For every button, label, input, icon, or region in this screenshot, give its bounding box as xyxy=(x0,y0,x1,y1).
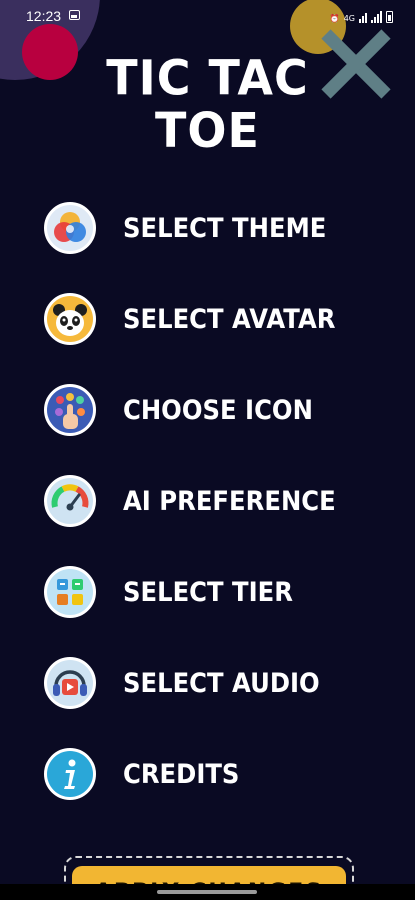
title-line-1: TIC TAC xyxy=(106,49,309,107)
menu-label-choose-icon: CHOOSE ICON xyxy=(123,394,313,426)
panda-avatar-icon xyxy=(44,293,96,345)
menu-item-select-tier[interactable]: SELECT TIER xyxy=(44,564,384,620)
network-type-label: 4G xyxy=(343,14,355,23)
status-indicators: ⏰ 4G xyxy=(330,9,393,23)
battery-icon xyxy=(386,11,393,23)
gallery-notification-icon xyxy=(69,10,80,20)
alarm-icon: ⏰ xyxy=(329,14,340,23)
info-icon xyxy=(44,748,96,800)
system-navigation-bar xyxy=(0,884,415,900)
menu-label-select-audio: SELECT AUDIO xyxy=(123,667,320,699)
menu-item-select-theme[interactable]: SELECT THEME xyxy=(44,200,384,256)
cell-signal-icon xyxy=(371,11,382,23)
settings-screen: 12:23 ⏰ 4G TIC TAC TOE SELECT THEME SELE… xyxy=(0,0,415,900)
page-title: TIC TAC TOE xyxy=(0,52,415,157)
menu-item-select-audio[interactable]: SELECT AUDIO xyxy=(44,655,384,711)
headphones-play-icon xyxy=(44,657,96,709)
menu-item-credits[interactable]: CREDITS xyxy=(44,746,384,802)
wifi-icon xyxy=(359,13,367,23)
home-gesture-handle[interactable] xyxy=(157,890,257,894)
menu-label-ai-preference: AI PREFERENCE xyxy=(123,485,336,517)
menu-label-select-avatar: SELECT AVATAR xyxy=(123,303,336,335)
menu-item-choose-icon[interactable]: CHOOSE ICON xyxy=(44,382,384,438)
menu-item-ai-preference[interactable]: AI PREFERENCE xyxy=(44,473,384,529)
status-bar: 12:23 ⏰ 4G xyxy=(0,0,415,32)
theme-color-wheel-icon xyxy=(44,202,96,254)
menu-item-select-avatar[interactable]: SELECT AVATAR xyxy=(44,291,384,347)
menu-label-credits: CREDITS xyxy=(123,758,240,790)
menu-label-select-theme: SELECT THEME xyxy=(123,212,327,244)
menu-label-select-tier: SELECT TIER xyxy=(123,576,293,608)
speedometer-gauge-icon xyxy=(44,475,96,527)
status-time: 12:23 xyxy=(26,8,62,24)
grid-tiles-icon xyxy=(44,566,96,618)
touch-hand-icon xyxy=(44,384,96,436)
title-line-2: TOE xyxy=(155,101,260,159)
